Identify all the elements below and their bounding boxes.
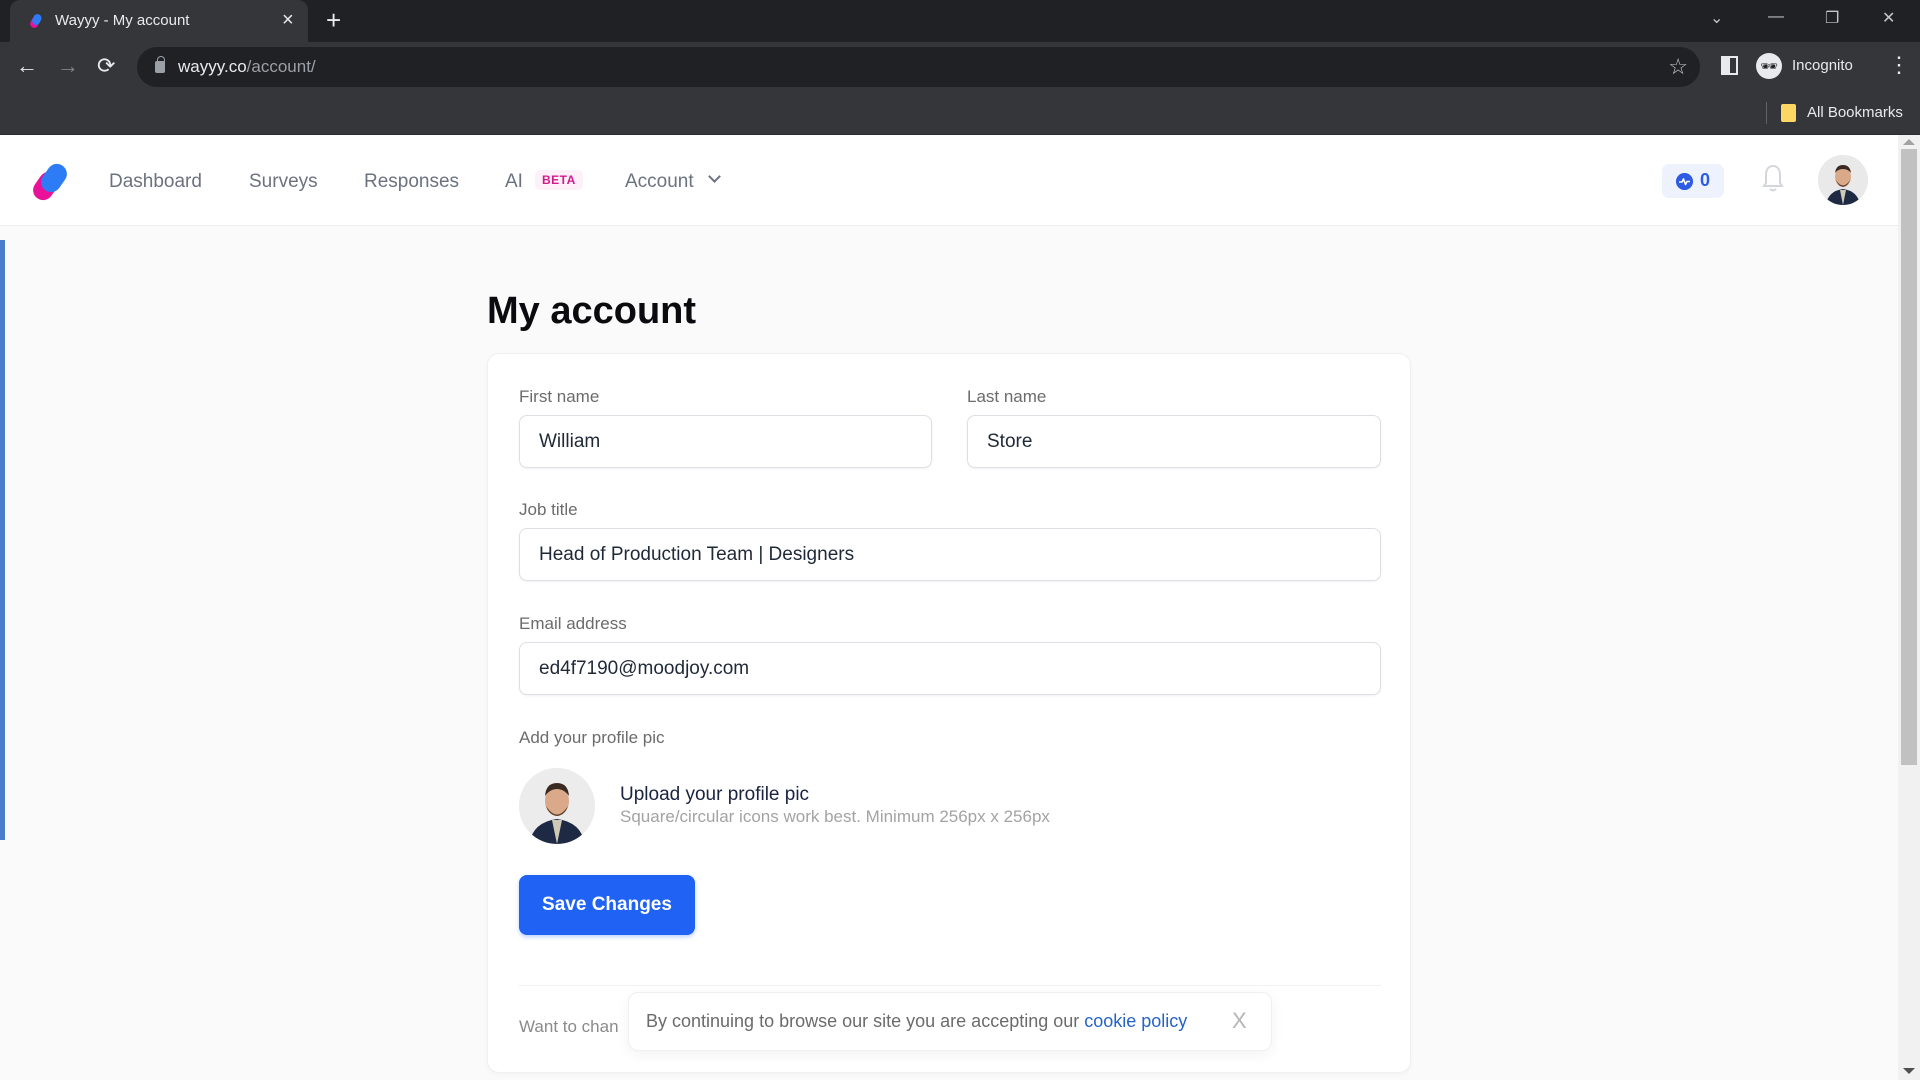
last-name-input[interactable] [967,415,1381,468]
left-accent-bar [0,240,5,840]
first-name-input[interactable] [519,415,932,468]
job-title-label: Job title [519,500,578,519]
save-changes-button[interactable]: Save Changes [519,875,695,935]
wayyy-favicon-icon [30,14,42,28]
job-title-input[interactable] [519,528,1381,581]
bookmark-star-icon[interactable]: ☆ [1668,54,1688,80]
change-prompt-text: Want to chan [519,1017,619,1036]
url-text: wayyy.co/account/ [178,57,316,76]
chevron-down-icon[interactable] [708,170,721,183]
cookie-banner: By continuing to browse our site you are… [628,992,1272,1051]
wayyy-logo-icon[interactable] [28,161,74,203]
section-divider [519,985,1381,986]
notification-bell-icon[interactable] [1762,163,1784,193]
profile-portrait-icon [519,768,595,844]
forward-icon[interactable]: → [57,52,79,80]
incognito-label: Incognito [1792,57,1853,74]
account-form-card: First name Last name Job title Email add… [487,353,1411,1073]
email-label: Email address [519,614,627,633]
activity-counter[interactable]: 0 [1662,164,1724,198]
cookie-close-icon[interactable]: X [1232,1009,1247,1033]
browser-tab[interactable]: Wayyy - My account × [10,0,308,42]
nav-responses[interactable]: Responses [364,171,459,193]
tab-title: Wayyy - My account [55,12,190,29]
nav-surveys[interactable]: Surveys [249,171,318,193]
side-panel-icon[interactable] [1721,56,1738,75]
upload-hint: Square/circular icons work best. Minimum… [620,807,1050,826]
all-bookmarks-link[interactable]: All Bookmarks [1807,104,1903,121]
app-header: Dashboard Surveys Responses AI BETA Acco… [0,135,1898,226]
folder-icon [1781,104,1796,122]
page-scrollbar[interactable] [1898,135,1920,1080]
incognito-profile-button[interactable]: 🕶 Incognito [1752,48,1864,84]
bookmarks-bar: All Bookmarks [0,92,1920,135]
bookmarks-separator [1766,102,1767,124]
scrollbar-thumb[interactable] [1901,149,1917,765]
browser-tab-strip: Wayyy - My account × + ⌄ — ❐ ✕ [0,0,1920,42]
nav-ai[interactable]: AI [505,171,523,193]
cookie-policy-link[interactable]: cookie policy [1084,1011,1187,1031]
restore-icon[interactable]: ❐ [1825,8,1839,28]
activity-count: 0 [1700,170,1711,190]
browser-menu-icon[interactable]: ⋮ [1888,52,1910,78]
scroll-up-arrow-icon[interactable] [1903,139,1915,145]
upload-profile-pic-link[interactable]: Upload your profile pic [620,784,809,806]
browser-toolbar: ← → ⟳ wayyy.co/account/ ☆ 🕶 Incognito ⋮ [0,42,1920,92]
incognito-icon: 🕶 [1756,53,1782,79]
tab-close-icon[interactable]: × [282,9,294,31]
first-name-label: First name [519,387,600,406]
window-close-icon[interactable]: ✕ [1882,8,1895,28]
address-bar[interactable]: wayyy.co/account/ ☆ [137,47,1700,87]
cookie-text: By continuing to browse our site you are… [646,1011,1188,1031]
last-name-label: Last name [967,387,1047,406]
minimize-icon[interactable]: — [1768,8,1784,26]
user-avatar[interactable] [1818,155,1868,205]
page-title: My account [487,290,697,332]
nav-dashboard[interactable]: Dashboard [109,171,202,193]
profile-pic-label: Add your profile pic [519,728,665,747]
beta-badge: BETA [535,170,583,190]
scroll-down-arrow-icon[interactable] [1903,1068,1915,1074]
user-portrait-icon [1818,155,1868,205]
tab-search-icon[interactable]: ⌄ [1710,8,1723,28]
new-tab-button[interactable]: + [326,6,341,34]
back-icon[interactable]: ← [16,52,38,80]
profile-pic-preview[interactable] [519,768,595,844]
activity-pulse-icon [1676,173,1693,190]
email-input[interactable] [519,642,1381,695]
nav-account[interactable]: Account [625,171,694,193]
reload-icon[interactable]: ⟳ [97,52,115,80]
lock-icon [155,56,165,73]
